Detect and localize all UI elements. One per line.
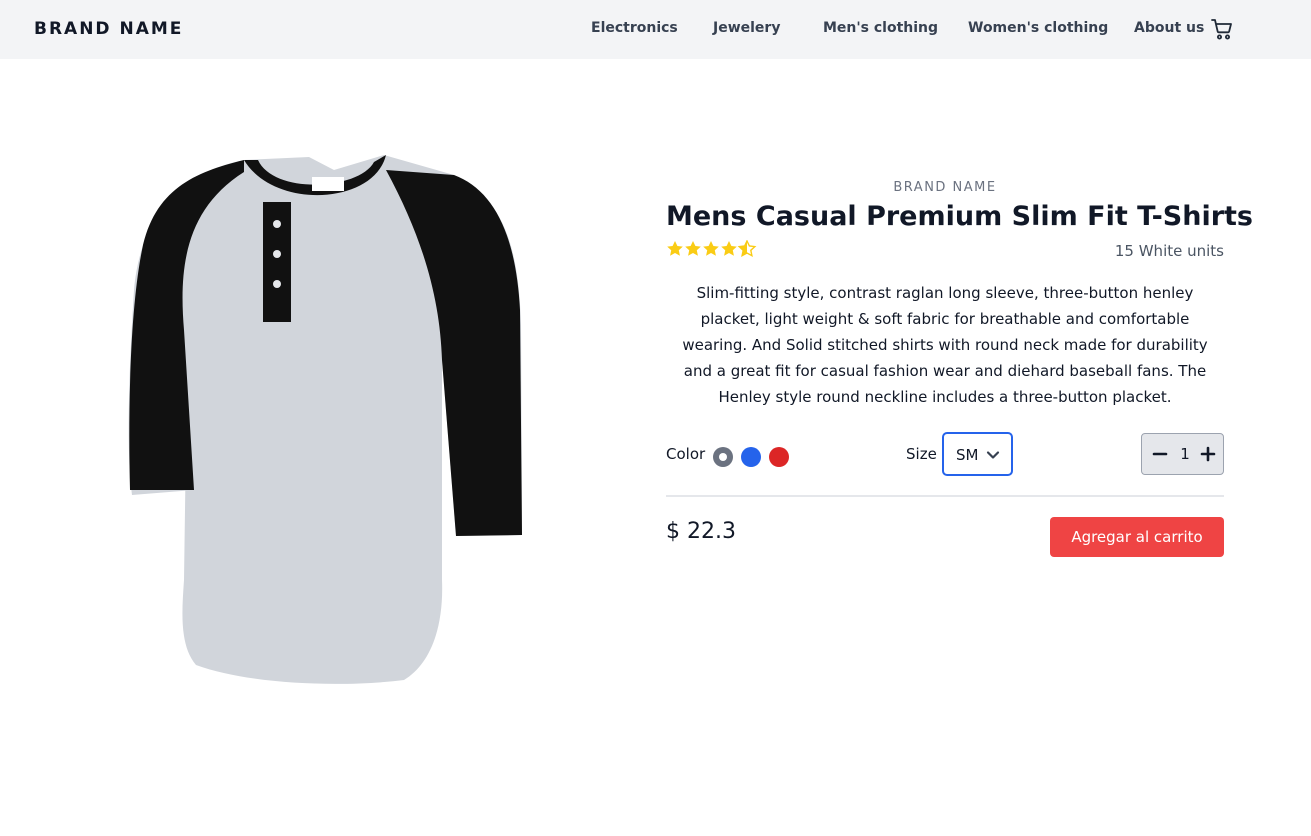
nav-link-jewelery[interactable]: Jewelery [713,20,780,36]
rating-stars [667,240,757,258]
size-select[interactable]: SM [942,432,1013,476]
minus-icon[interactable] [1152,446,1168,462]
product-brand: BRAND NAME [893,180,997,195]
plus-icon[interactable] [1200,446,1216,462]
size-label: Size [906,445,937,463]
product-price: $ 22.3 [666,519,736,544]
color-swatch-gray[interactable] [713,447,733,467]
divider [666,495,1224,497]
nav-link-mens-clothing[interactable]: Men's clothing [823,20,938,36]
quantity-stepper: 1 [1141,433,1224,475]
nav-link-womens-clothing[interactable]: Women's clothing [968,20,1108,36]
star-icon [685,241,701,256]
star-icon [667,241,683,256]
star-icon [721,241,737,256]
cart-icon[interactable] [1210,17,1234,41]
product-description: Slim-fitting style, contrast raglan long… [682,284,1208,406]
color-label: Color [666,445,706,463]
navbar: BRAND NAME Electronics Jewelery Men's cl… [0,0,1311,59]
nav-link-electronics[interactable]: Electronics [591,20,678,36]
nav-link-about-us[interactable]: About us [1134,20,1204,36]
add-to-cart-button[interactable]: Agregar al carrito [1050,517,1224,557]
product-image [128,155,522,684]
chevron-down-icon [986,451,1000,459]
star-half-icon [737,240,757,258]
color-swatch-red[interactable] [769,447,789,467]
star-icon [703,241,719,256]
size-value: SM [956,446,979,464]
units-available: 15 White units [1114,242,1224,260]
color-swatch-blue[interactable] [741,447,761,467]
brand-logo[interactable]: BRAND NAME [34,19,183,39]
quantity-value: 1 [1180,445,1190,463]
product-title: Mens Casual Premium Slim Fit T-Shirts [666,201,1253,232]
